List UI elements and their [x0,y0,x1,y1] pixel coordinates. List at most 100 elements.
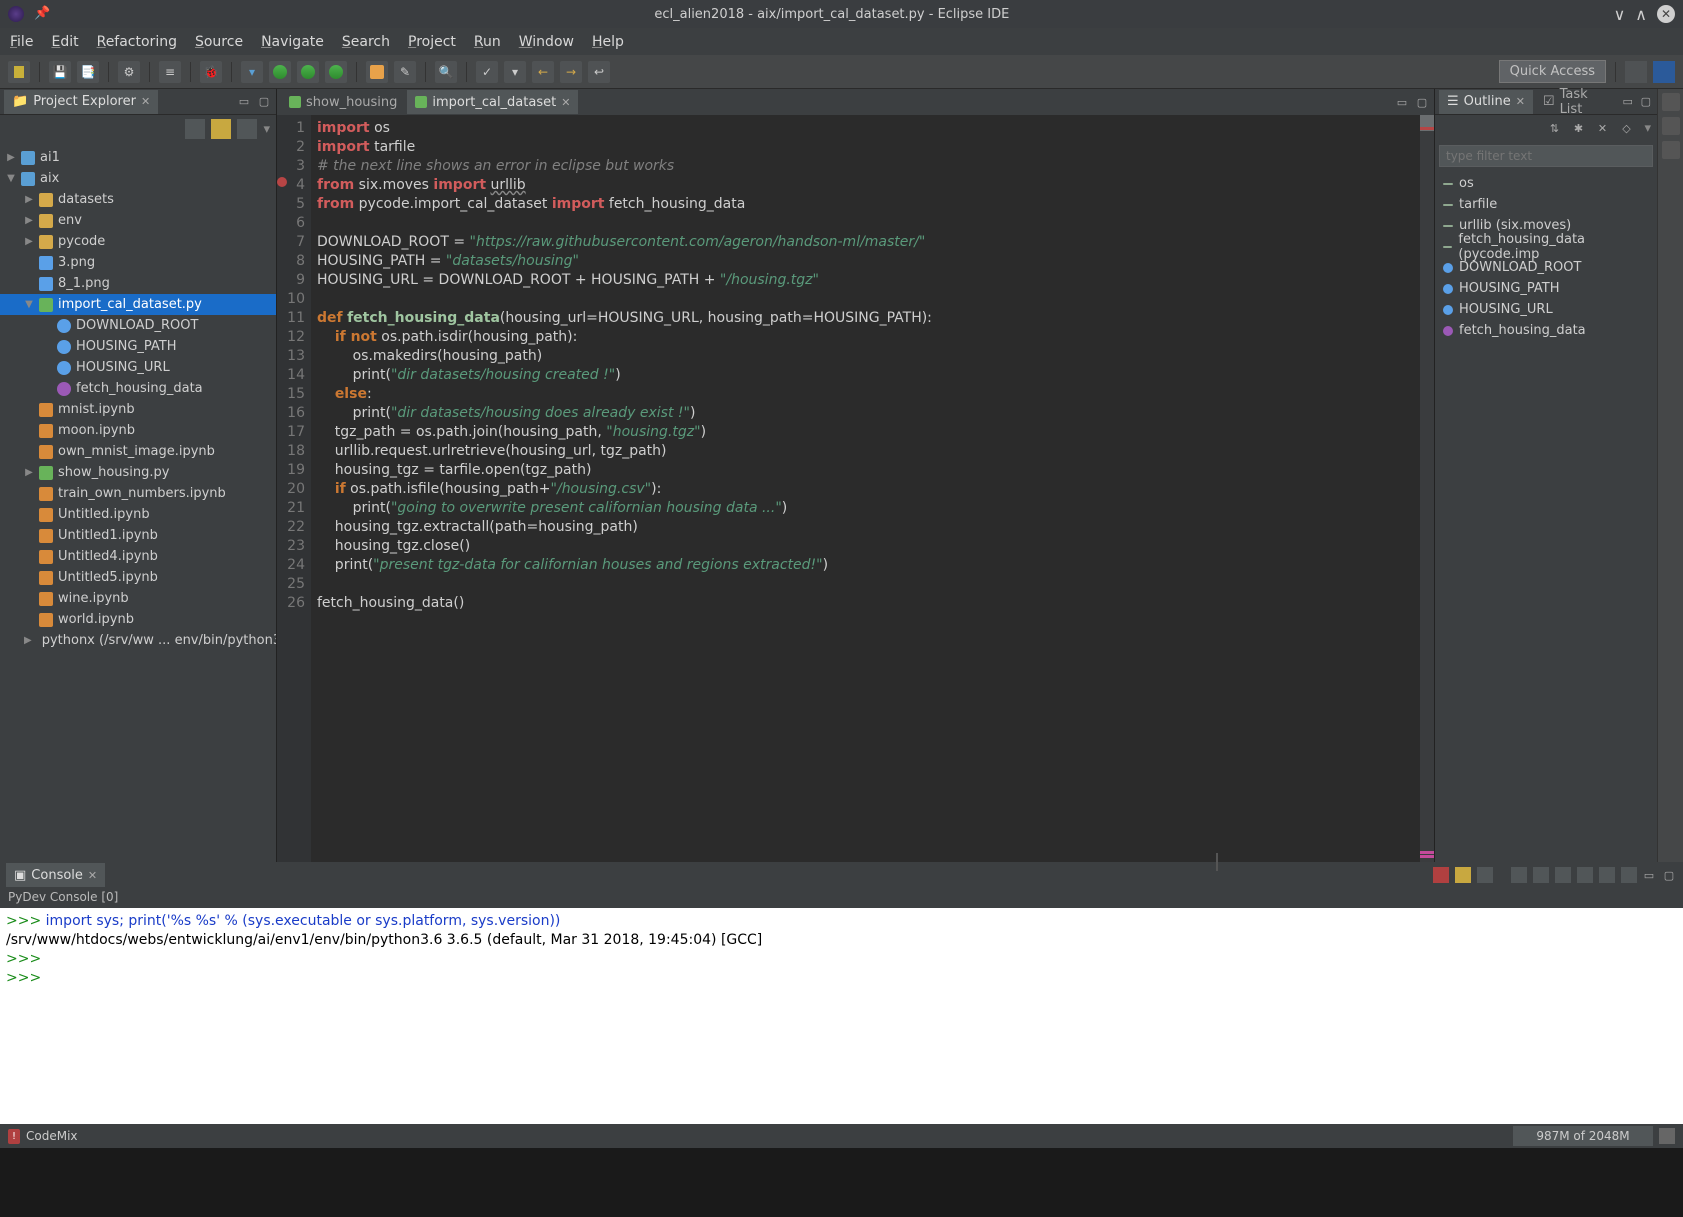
open-perspective-button[interactable] [1625,61,1647,83]
error-overview-mark[interactable] [1420,127,1434,130]
code-content[interactable]: import os import tarfile # the next line… [311,115,1434,862]
tree-item-3-png[interactable]: 3.png [0,252,276,273]
run-button[interactable] [269,61,291,83]
new-package-button[interactable] [366,61,388,83]
remove-launch-button[interactable] [1455,867,1471,883]
terminate-button[interactable] [1433,867,1449,883]
back-button[interactable]: ← [532,61,554,83]
collapse-all-button[interactable] [185,119,205,139]
word-wrap-button[interactable] [1555,867,1571,883]
pin-icon[interactable]: 📌 [34,6,50,22]
save-button[interactable]: 💾 [49,61,71,83]
tree-item-mnist-ipynb[interactable]: mnist.ipynb [0,399,276,420]
open-console-button[interactable] [1621,867,1637,883]
tree-item-pythonx-srv-ww-env-bin-python3-6[interactable]: ▶pythonx (/srv/ww ... env/bin/python3.6 [0,630,276,651]
tree-item-show-housing-py[interactable]: ▶show_housing.py [0,462,276,483]
trim-tasklist-icon[interactable] [1662,141,1680,159]
menu-window[interactable]: Window [519,34,574,50]
tree-item-untitled-ipynb[interactable]: Untitled.ipynb [0,504,276,525]
focus-task-button[interactable] [237,119,257,139]
outline-item-os[interactable]: os [1435,173,1657,194]
sort-button[interactable]: ⇅ [1546,120,1562,136]
view-menu-icon[interactable]: ▾ [263,122,270,137]
tree-item-pycode[interactable]: ▶pycode [0,231,276,252]
error-marker-icon[interactable] [277,177,287,187]
menu-refactoring[interactable]: Refactoring [97,34,177,50]
maximize-view-icon[interactable]: ▢ [1639,94,1653,110]
tree-item-aix[interactable]: ▼aix [0,168,276,189]
tree-item-untitled5-ipynb[interactable]: Untitled5.ipynb [0,567,276,588]
trim-minimize-icon[interactable] [1662,93,1680,111]
menu-navigate[interactable]: Navigate [261,34,324,50]
minimize-view-icon[interactable]: ▭ [1621,94,1635,110]
hide-nonpublic-button[interactable]: ◇ [1618,120,1634,136]
clear-console-button[interactable] [1511,867,1527,883]
menu-run[interactable]: Run [474,34,501,50]
outline-tab[interactable]: ☰ Outline ✕ [1439,90,1533,114]
tree-item-untitled1-ipynb[interactable]: Untitled1.ipynb [0,525,276,546]
run-gc-button[interactable] [1659,1128,1675,1144]
editor-body[interactable]: 1234567891011121314151617181920212223242… [277,115,1434,862]
run-last-button[interactable] [297,61,319,83]
tree-item-datasets[interactable]: ▶datasets [0,189,276,210]
edit-dropdown[interactable]: ▾ [504,61,526,83]
forward-button[interactable]: → [560,61,582,83]
new-button[interactable] [8,61,30,83]
tree-item-download-root[interactable]: DOWNLOAD_ROOT [0,315,276,336]
link-editor-button[interactable] [211,119,231,139]
tree-item-train-own-numbers-ipynb[interactable]: train_own_numbers.ipynb [0,483,276,504]
tree-item-import-cal-dataset-py[interactable]: ▼import_cal_dataset.py [0,294,276,315]
new-class-button[interactable]: ✎ [394,61,416,83]
outline-item-fetch-housing-data-pycode-imp[interactable]: fetch_housing_data (pycode.imp [1435,236,1657,257]
tree-item-own-mnist-image-ipynb[interactable]: own_mnist_image.ipynb [0,441,276,462]
menu-search[interactable]: Search [342,34,390,50]
tree-item-ai1[interactable]: ▶ai1 [0,147,276,168]
menu-file[interactable]: File [10,34,33,50]
tree-item-8-1-png[interactable]: 8_1.png [0,273,276,294]
minimize-view-icon[interactable]: ▭ [236,94,252,110]
project-explorer-tab[interactable]: 📁 Project Explorer ✕ [4,90,158,114]
close-icon[interactable]: ✕ [1516,95,1525,108]
menu-project[interactable]: Project [408,34,456,50]
editor-tab-import_cal_dataset[interactable]: import_cal_dataset✕ [407,90,578,114]
remove-all-button[interactable] [1477,867,1493,883]
menu-edit[interactable]: Edit [51,34,78,50]
coverage-button[interactable] [325,61,347,83]
maximize-view-icon[interactable]: ▢ [256,94,272,110]
tree-item-fetch-housing-data[interactable]: fetch_housing_data [0,378,276,399]
pydev-perspective-button[interactable] [1653,61,1675,83]
outline-item-tarfile[interactable]: tarfile [1435,194,1657,215]
tree-item-housing-path[interactable]: HOUSING_PATH [0,336,276,357]
view-menu-icon[interactable]: ▾ [1644,121,1651,136]
quick-access-button[interactable]: Quick Access [1499,60,1606,83]
heap-status[interactable]: 987M of 2048M [1513,1126,1653,1146]
task-list-tab[interactable]: ☑ Task List [1535,90,1615,114]
menu-help[interactable]: Help [592,34,624,50]
search-button[interactable]: 🔍 [435,61,457,83]
toggle-mark-button[interactable]: ✓ [476,61,498,83]
close-icon[interactable]: ✕ [141,95,150,108]
close-icon[interactable]: ✕ [561,96,570,109]
close-icon[interactable]: ✕ [1657,5,1675,23]
minimize-icon[interactable]: ∨ [1614,5,1626,24]
display-console-button[interactable] [1599,867,1615,883]
codemix-label[interactable]: CodeMix [26,1129,78,1143]
outline-item-housing-path[interactable]: HOUSING_PATH [1435,278,1657,299]
format-button[interactable]: ≡ [159,61,181,83]
hide-static-button[interactable]: ✕ [1594,120,1610,136]
maximize-view-icon[interactable]: ▢ [1661,867,1677,883]
close-icon[interactable]: ✕ [88,869,97,882]
outline-item-fetch-housing-data[interactable]: fetch_housing_data [1435,320,1657,341]
trim-outline-icon[interactable] [1662,117,1680,135]
scroll-lock-button[interactable] [1533,867,1549,883]
hide-fields-button[interactable]: ✱ [1570,120,1586,136]
tree-item-env[interactable]: ▶env [0,210,276,231]
editor-scrollbar[interactable] [1420,115,1434,862]
debug-button[interactable]: 🐞 [200,61,222,83]
maximize-editor-icon[interactable]: ▢ [1414,94,1430,110]
outline-list[interactable]: ostarfileurllib (six.moves)fetch_housing… [1435,171,1657,343]
console-tab[interactable]: ▣ Console ✕ [6,863,105,887]
editor-tab-show_housing[interactable]: show_housing [281,90,405,114]
tree-item-housing-url[interactable]: HOUSING_URL [0,357,276,378]
last-edit-button[interactable]: ↩ [588,61,610,83]
